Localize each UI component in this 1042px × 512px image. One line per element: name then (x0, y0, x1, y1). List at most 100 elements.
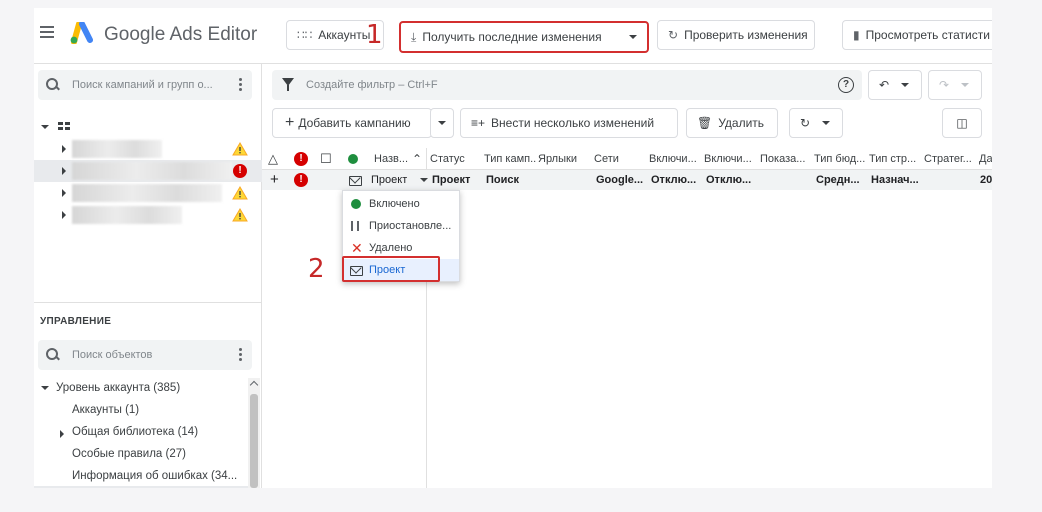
accounts-button-label: Аккаунты (318, 28, 371, 42)
check-changes-label: Проверить изменения (684, 28, 808, 42)
caret-down-icon[interactable] (41, 125, 49, 129)
add-row-icon[interactable]: + (270, 170, 279, 190)
tree-shared-library[interactable]: Общая библиотека (14) (72, 426, 198, 438)
menu-item-paused-label: Приостановле... (369, 220, 452, 232)
col-enabled-2[interactable]: Включи... (704, 148, 756, 170)
left-panel: Поиск кампаний и групп о... ! УПРАВЛЕНИЕ… (34, 64, 262, 488)
cell-status[interactable]: Проект (432, 170, 482, 190)
plus-icon: + (285, 114, 295, 131)
grid-icon: ∷∷ (297, 28, 313, 42)
campaign-search-input[interactable]: Поиск кампаний и групп о... (38, 70, 252, 100)
redo-button[interactable]: ↷ (928, 70, 982, 100)
undo-icon: ↶ (879, 78, 890, 92)
sort-asc-icon[interactable]: ⌃ (412, 148, 422, 170)
redacted-name (72, 162, 232, 180)
col-networks[interactable]: Сети (594, 148, 646, 170)
objects-search-input[interactable]: Поиск объектов (38, 340, 252, 370)
col-enabled-1[interactable]: Включи... (649, 148, 701, 170)
caret-right-icon[interactable] (62, 189, 66, 197)
list-add-icon: ≡+ (471, 116, 486, 130)
chevron-down-icon[interactable] (822, 121, 831, 125)
col-labels[interactable]: Ярлыки (538, 148, 590, 170)
cell-name[interactable]: Проект (371, 170, 407, 190)
cell-enabled-1[interactable]: Отклю... (651, 170, 701, 190)
tree-item-campaign-2[interactable]: ! (34, 160, 262, 182)
menu-item-paused[interactable]: Приостановле... (343, 215, 459, 237)
cell-budget[interactable]: Средн... (816, 170, 866, 190)
get-changes-label: Получить последние изменения (422, 30, 602, 44)
chevron-down-icon[interactable] (420, 178, 428, 182)
pause-icon (351, 221, 359, 231)
caret-right-icon[interactable] (60, 430, 64, 438)
tree-custom-rules[interactable]: Особые правила (27) (72, 448, 186, 460)
warning-icon (232, 186, 248, 200)
view-stats-label: Просмотреть статисти (865, 28, 990, 42)
col-date[interactable]: Да (979, 148, 992, 170)
caret-down-icon[interactable] (41, 386, 49, 390)
get-latest-changes-button[interactable]: ⤓ Получить последние изменения (399, 21, 649, 53)
cell-type[interactable]: Поиск (486, 170, 536, 190)
filter-icon (282, 78, 294, 91)
app-title: Google Ads Editor (104, 24, 258, 45)
search-icon (46, 78, 60, 92)
col-shows[interactable]: Показа... (760, 148, 812, 170)
col-status[interactable]: Статус (430, 148, 480, 170)
menu-icon[interactable] (40, 26, 54, 38)
tree-item-campaign-3[interactable] (34, 182, 262, 204)
tree-scrollbar[interactable] (248, 378, 260, 488)
add-campaign-button[interactable]: + Добавить кампанию (272, 108, 432, 138)
replace-button[interactable]: ↻ (789, 108, 843, 138)
error-column-icon[interactable]: ! (294, 152, 308, 166)
top-bar: Google Ads Editor ∷∷ Аккаунты 1 ⤓ Получи… (34, 8, 992, 64)
chevron-down-icon[interactable] (961, 83, 970, 87)
caret-right-icon[interactable] (62, 145, 66, 153)
scroll-up-icon[interactable] (249, 380, 259, 390)
filter-input[interactable]: Создайте фильтр – Ctrl+F ? (272, 70, 862, 100)
col-budget-type[interactable]: Тип бюд... (814, 148, 866, 170)
col-strategy-type[interactable]: Тип стр... (869, 148, 921, 170)
find-replace-icon: ↻ (800, 116, 811, 130)
tree-item-campaign-1[interactable] (34, 138, 262, 160)
cell-networks[interactable]: Google... (596, 170, 646, 190)
warning-icon (232, 142, 248, 156)
warning-column-icon[interactable]: △ (268, 148, 278, 170)
check-changes-button[interactable]: ↻ Проверить изменения (657, 20, 815, 50)
cell-enabled-2[interactable]: Отклю... (706, 170, 756, 190)
tree-item-campaign-4[interactable] (34, 204, 262, 226)
error-icon: ! (233, 164, 247, 178)
undo-button[interactable]: ↶ (868, 70, 922, 100)
multiple-changes-button[interactable]: ≡+ Внести несколько изменений (460, 108, 678, 138)
comment-column-icon[interactable]: ☐ (320, 148, 332, 170)
more-vert-icon[interactable] (239, 348, 242, 363)
menu-item-enabled[interactable]: Включено (343, 193, 459, 215)
redacted-name (72, 140, 162, 158)
col-campaign-type[interactable]: Тип камп... (484, 148, 536, 170)
tree-account-level[interactable]: Уровень аккаунта (385) (56, 382, 180, 394)
tree-accounts[interactable]: Аккаунты (1) (72, 404, 139, 416)
chevron-down-icon[interactable] (901, 83, 910, 87)
cell-date[interactable]: 20 (980, 170, 992, 190)
cell-strategy-type[interactable]: Назнач... (871, 170, 921, 190)
help-icon[interactable]: ? (838, 77, 854, 93)
view-stats-button[interactable]: ▮ Просмотреть статисти (842, 20, 992, 50)
chevron-down-icon[interactable] (629, 35, 637, 39)
scroll-thumb[interactable] (250, 394, 258, 488)
warning-icon (232, 208, 248, 222)
columns-button[interactable]: ◫ (942, 108, 982, 138)
annotation-marker-1: 1 (366, 20, 383, 50)
redacted-name (72, 206, 182, 224)
caret-right-icon[interactable] (62, 167, 66, 175)
more-vert-icon[interactable] (239, 78, 242, 93)
draft-highlight-box (342, 256, 440, 282)
download-icon: ⤓ (411, 29, 417, 44)
table-row[interactable]: + ! Проект Проект Поиск Google... Отклю.… (262, 170, 992, 190)
tree-error-info[interactable]: Информация об ошибках (34... (72, 470, 244, 482)
delete-button[interactable]: 🗑 Удалить (686, 108, 778, 138)
status-column-icon[interactable] (348, 154, 358, 164)
tree-root[interactable] (34, 116, 262, 138)
add-campaign-dropdown[interactable] (430, 108, 454, 138)
caret-right-icon[interactable] (62, 211, 66, 219)
col-name[interactable]: Назв... (374, 148, 410, 170)
col-strategy[interactable]: Стратег... (924, 148, 976, 170)
columns-icon: ◫ (956, 116, 968, 130)
